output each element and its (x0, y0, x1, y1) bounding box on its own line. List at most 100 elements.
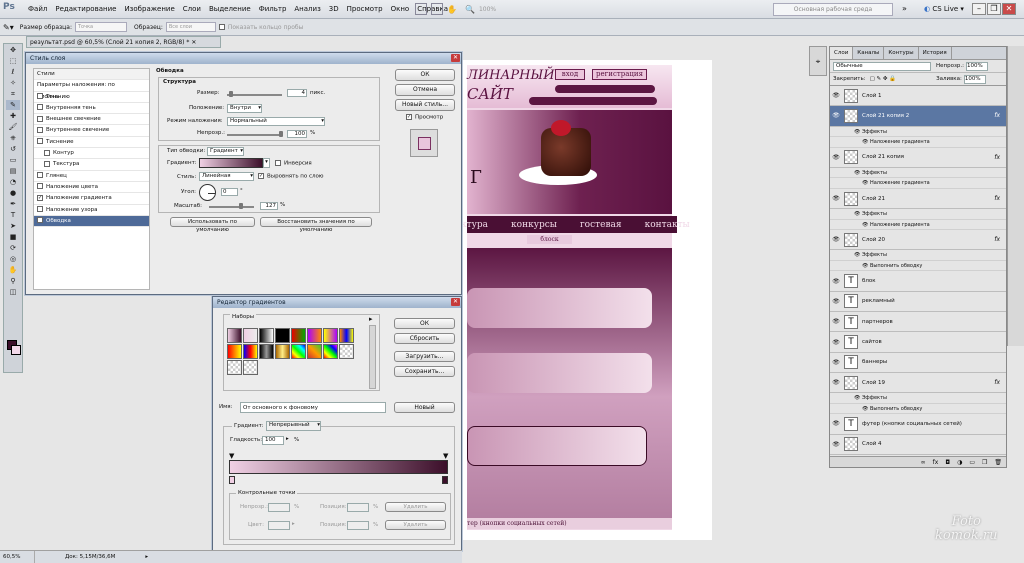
scale-slider[interactable] (209, 203, 254, 209)
style-checkbox[interactable] (37, 126, 43, 133)
marquee-tool-icon[interactable]: ⬚ (6, 56, 20, 66)
zoom-icon[interactable]: 🔍 (465, 5, 475, 14)
gradient-preset-swatch[interactable] (322, 343, 338, 359)
size-slider-handle[interactable] (229, 91, 233, 97)
gradient-preset-swatch[interactable] (226, 343, 242, 359)
style-item[interactable]: Внутренняя тень (34, 103, 149, 115)
eye-icon[interactable]: 👁 (862, 222, 870, 228)
layer-effect-row[interactable]: 👁 Наложение градиента (830, 137, 1006, 148)
layer-row[interactable]: 👁 Tбаннеры (830, 353, 1006, 373)
layer-row[interactable]: 👁 Tблок (830, 271, 1006, 292)
magic-wand-tool-icon[interactable]: ✧ (6, 78, 20, 88)
eye-icon[interactable]: 👁 (830, 92, 842, 99)
eye-icon[interactable]: 👁 (854, 252, 862, 258)
3d-orbit-tool-icon[interactable]: ◎ (6, 254, 20, 264)
opacity-stop-left-icon[interactable]: ▼ (229, 452, 234, 460)
menu-item[interactable]: 3D (325, 0, 343, 19)
minimize-button[interactable]: – (972, 3, 986, 15)
eye-icon[interactable]: 👁 (830, 236, 842, 243)
eye-icon[interactable]: 👁 (830, 441, 842, 448)
background-color-swatch[interactable] (11, 345, 21, 355)
style-checkbox[interactable] (37, 206, 43, 213)
layers-tab[interactable]: История (919, 47, 952, 59)
quick-mask-icon[interactable]: ◫ (6, 287, 20, 297)
layer-effect-row[interactable]: 👁 Эффекты (830, 127, 1006, 138)
invert-checkbox[interactable]: Инверсия (275, 160, 312, 167)
eye-icon[interactable]: 👁 (854, 395, 862, 401)
status-arrow-icon[interactable]: ▸ (145, 551, 148, 563)
style-checkbox[interactable] (37, 172, 43, 179)
layer-effect-row[interactable]: 👁 Выполнить обводку (830, 261, 1006, 272)
eye-icon[interactable]: 👁 (862, 263, 870, 269)
style-checkbox[interactable] (37, 115, 43, 122)
menu-item[interactable]: Слои (179, 0, 205, 19)
menu-item[interactable]: Окно (387, 0, 414, 19)
fx-icon[interactable]: fx (933, 459, 939, 466)
shape-tool-icon[interactable]: ■ (6, 232, 20, 242)
stop-opacity-input[interactable] (268, 503, 290, 512)
layer-row[interactable]: 👁 Слой 21 копия fx (830, 148, 1006, 168)
gradient-preset-swatch[interactable] (322, 327, 338, 343)
ok-button[interactable]: ОК (395, 69, 455, 81)
gradient-bar[interactable] (229, 460, 448, 474)
mini-bridge-icon[interactable] (431, 3, 443, 15)
blur-tool-icon[interactable]: ◔ (6, 177, 20, 187)
layer-row[interactable]: 👁 Tфутер (кнопки социальных сетей) (830, 414, 1006, 435)
sample-size-select[interactable]: Точка (74, 22, 127, 32)
gradient-tool-icon[interactable]: ▤ (6, 166, 20, 176)
style-checkbox[interactable] (37, 138, 43, 145)
layer-effect-row[interactable]: 👁 Эффекты (830, 209, 1006, 220)
menu-item[interactable]: Редактирование (51, 0, 120, 19)
layer-fx-badge[interactable]: fx (994, 112, 1000, 119)
angle-dial[interactable] (199, 184, 216, 201)
gradient-preview[interactable] (199, 158, 263, 168)
layer-effect-row[interactable]: 👁 Наложение градиента (830, 178, 1006, 189)
color-stop-right[interactable] (442, 476, 448, 484)
document-tab[interactable]: результат.psd @ 60,5% (Слой 21 копия 2, … (26, 36, 221, 48)
eye-icon[interactable]: 👁 (830, 359, 842, 366)
style-checkbox[interactable] (37, 93, 43, 100)
layer-row[interactable]: 👁 Слой 1 (830, 86, 1006, 107)
new-style-button[interactable]: Новый стиль... (395, 99, 455, 111)
smoothness-stepper-icon[interactable]: ▸ (286, 436, 289, 442)
layers-tab[interactable]: Контуры (884, 47, 919, 59)
eraser-tool-icon[interactable]: ▭ (6, 155, 20, 165)
layer-row[interactable]: 👁 Слой 4 (830, 435, 1006, 455)
brush-tool-icon[interactable]: 🖌 (6, 122, 20, 132)
style-item[interactable]: Внешнее свечение (34, 114, 149, 126)
eye-icon[interactable]: 👁 (854, 129, 862, 135)
opacity-slider-handle[interactable] (279, 131, 283, 137)
preview-checkbox[interactable]: ✓ Просмотр (406, 114, 443, 121)
healing-tool-icon[interactable]: ✚ (6, 111, 20, 121)
crop-tool-icon[interactable]: ⌗ (6, 89, 20, 99)
style-item[interactable]: ✓ Обводка (34, 215, 149, 228)
zoom-level[interactable]: 100% (479, 6, 496, 13)
path-selection-tool-icon[interactable]: ➤ (6, 221, 20, 231)
gradient-preset-swatch[interactable] (258, 343, 274, 359)
sample-select[interactable]: Все слои (165, 22, 216, 32)
layer-fx-badge[interactable]: fx (994, 379, 1000, 386)
gradient-preset-swatch[interactable] (242, 359, 258, 375)
gradient-reset-button[interactable]: Сбросить (394, 333, 455, 344)
eye-icon[interactable]: 👁 (830, 195, 842, 202)
eye-icon[interactable]: 👁 (830, 379, 842, 386)
cancel-button[interactable]: Отмена (395, 84, 455, 96)
gradient-preset-swatch[interactable] (226, 327, 242, 343)
style-item[interactable]: Наложение узора (34, 205, 149, 216)
layers-tab[interactable]: Слои (830, 47, 854, 59)
make-default-button[interactable]: Использовать по умолчанию (170, 217, 255, 233)
stop-delete-button[interactable]: Удалить (385, 502, 446, 512)
gradient-name-input[interactable]: От основного к фоновому (240, 402, 386, 413)
layer-effect-row[interactable]: 👁 Наложение градиента (830, 220, 1006, 231)
pen-tool-icon[interactable]: ✒ (6, 199, 20, 209)
styles-header[interactable]: Стили (34, 69, 149, 81)
stop-location2-input[interactable] (347, 521, 369, 530)
menu-item[interactable]: Фильтр (255, 0, 291, 19)
layer-effect-row[interactable]: 👁 Эффекты (830, 393, 1006, 404)
presets-menu-icon[interactable]: ▸ (369, 315, 373, 323)
layer-fx-badge[interactable]: fx (994, 195, 1000, 202)
close-icon[interactable]: ✕ (451, 54, 460, 62)
opacity-stop-right-icon[interactable]: ▼ (443, 452, 448, 460)
scale-input[interactable]: 127 (260, 202, 278, 210)
gradient-preset-swatch[interactable] (226, 359, 242, 375)
